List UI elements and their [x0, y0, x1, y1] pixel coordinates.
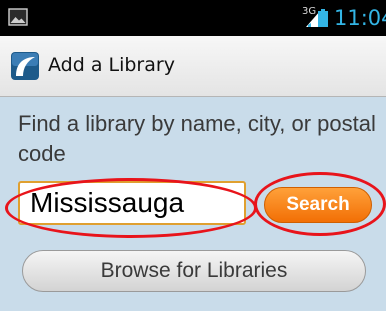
status-bar: 3G 11:04: [0, 0, 386, 36]
search-button[interactable]: Search: [264, 187, 372, 223]
battery-icon: [318, 9, 328, 27]
browse-libraries-button[interactable]: Browse for Libraries: [22, 250, 366, 292]
page-title: Add a Library: [48, 54, 175, 76]
add-library-panel: Find a library by name, city, or postal …: [0, 97, 386, 311]
app-header: Add a Library: [0, 36, 386, 97]
search-instruction: Find a library by name, city, or postal …: [18, 111, 376, 166]
library-search-input[interactable]: [18, 181, 246, 225]
status-time: 11:04: [334, 6, 386, 30]
app-logo-icon: [11, 52, 39, 80]
image-notification-icon: [8, 8, 28, 26]
